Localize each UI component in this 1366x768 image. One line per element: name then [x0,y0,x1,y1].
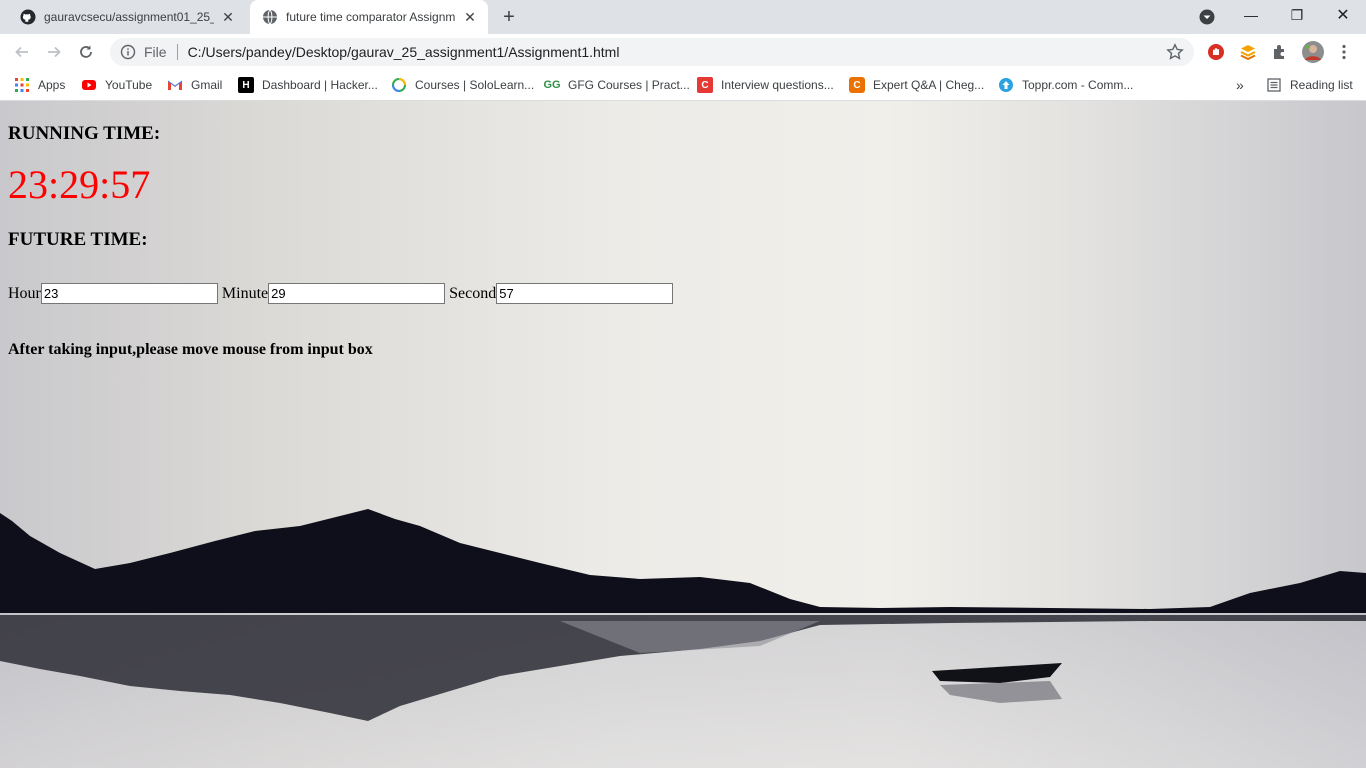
restore-icon[interactable]: ❐ [1274,0,1320,30]
info-icon[interactable] [120,44,136,60]
close-tab-icon[interactable]: ✕ [462,9,478,25]
bookmark-label: Courses | SoloLearn... [415,78,535,92]
bookmark-interview[interactable]: C Interview questions... [697,76,834,94]
running-time-heading: RUNNING TIME: [8,123,161,144]
page-viewport: RUNNING TIME: 23:29:57 FUTURE TIME: Hour… [0,101,1366,768]
hour-input[interactable] [40,283,218,304]
bookmark-label: Dashboard | Hacker... [262,78,378,92]
profile-avatar[interactable] [1302,41,1324,63]
minute-input[interactable] [268,283,446,304]
tab-search-icon[interactable] [1198,8,1216,26]
apps-grid-icon [15,78,29,92]
tab-assignment[interactable]: future time comparator Assignm ✕ [250,0,488,34]
bookmark-chegg[interactable]: C Expert Q&A | Cheg... [849,76,984,94]
github-icon [20,9,36,25]
bookmarks-overflow-button[interactable]: » [1236,76,1244,94]
globe-icon [263,9,277,25]
adblock-extension-icon[interactable] [1207,43,1225,61]
tab-title: gauravcsecu/assignment01_25_g [44,10,214,24]
youtube-icon [82,80,96,90]
forward-arrow-icon [48,46,61,58]
second-label: Second [449,284,497,302]
minimize-icon[interactable]: — [1228,0,1274,30]
divider [176,44,178,60]
bookmark-gfg[interactable]: GG GFG Courses | Pract... [543,76,690,94]
forward-button[interactable] [40,38,68,66]
bookmark-label: Interview questions... [721,78,834,92]
gmail-icon [167,80,183,90]
future-time-form: Hour Minute Second [8,283,674,304]
reload-icon [80,45,92,58]
second-input[interactable] [496,283,674,304]
reading-list-icon [1267,78,1281,92]
bookmark-sololearn[interactable]: Courses | SoloLearn... [391,76,534,94]
bookmark-gmail[interactable]: Gmail [167,76,222,94]
tab-title: future time comparator Assignm [286,10,456,24]
bookmark-hackerrank[interactable]: H Dashboard | Hacker... [238,76,378,94]
bookmark-label: Gmail [191,78,223,92]
reload-button[interactable] [72,38,100,66]
address-bar[interactable]: File C:/Users/pandey/Desktop/gaurav_25_a… [110,38,1194,66]
tab-github[interactable]: gauravcsecu/assignment01_25_g ✕ [8,0,246,34]
bookmark-toppr[interactable]: Toppr.com - Comm... [998,76,1133,94]
new-tab-button[interactable]: + [498,6,520,28]
gfg-icon: GG [543,79,561,91]
close-window-icon[interactable]: ✕ [1320,0,1366,30]
reading-list-button[interactable]: Reading list [1266,76,1353,94]
running-clock: 23:29:57 [8,162,151,207]
url-scheme: File [144,44,167,60]
c-icon: C [697,77,713,93]
bookmark-label: Expert Q&A | Cheg... [873,78,985,92]
back-arrow-icon [15,46,28,58]
url-text[interactable]: C:/Users/pandey/Desktop/gaurav_25_assign… [188,44,1166,60]
bookmark-label: Apps [38,78,66,92]
bookmark-label: Toppr.com - Comm... [1022,78,1134,92]
toppr-icon [999,78,1013,92]
bookmark-label: GFG Courses | Pract... [568,78,690,92]
minute-label: Minute [221,284,269,302]
bookmark-star-icon[interactable] [1166,43,1184,61]
chegg-icon: C [849,77,865,93]
hackerrank-icon: H [238,77,254,93]
sololearn-icon [392,78,406,92]
reading-list-label: Reading list [1290,78,1353,92]
back-button[interactable] [8,38,36,66]
hour-label: Hour [8,284,41,302]
bookmark-label: YouTube [105,78,153,92]
bookmarks-bar: Apps YouTube Gmail H Dashboard | Hacker.… [0,70,1366,101]
puzzle-extensions-icon[interactable] [1271,43,1289,61]
lake-landscape-background [0,509,1366,768]
future-time-heading: FUTURE TIME: [8,229,148,250]
layers-extension-icon[interactable] [1239,43,1257,61]
browser-toolbar: File C:/Users/pandey/Desktop/gaurav_25_a… [0,34,1366,70]
bookmark-apps[interactable]: Apps [14,76,65,94]
tab-strip: gauravcsecu/assignment01_25_g ✕ future t… [0,0,1366,34]
bookmark-youtube[interactable]: YouTube [81,76,152,94]
instruction-note: After taking input,please move mouse fro… [8,341,373,358]
close-tab-icon[interactable]: ✕ [220,9,236,25]
more-menu-icon[interactable] [1335,43,1353,61]
